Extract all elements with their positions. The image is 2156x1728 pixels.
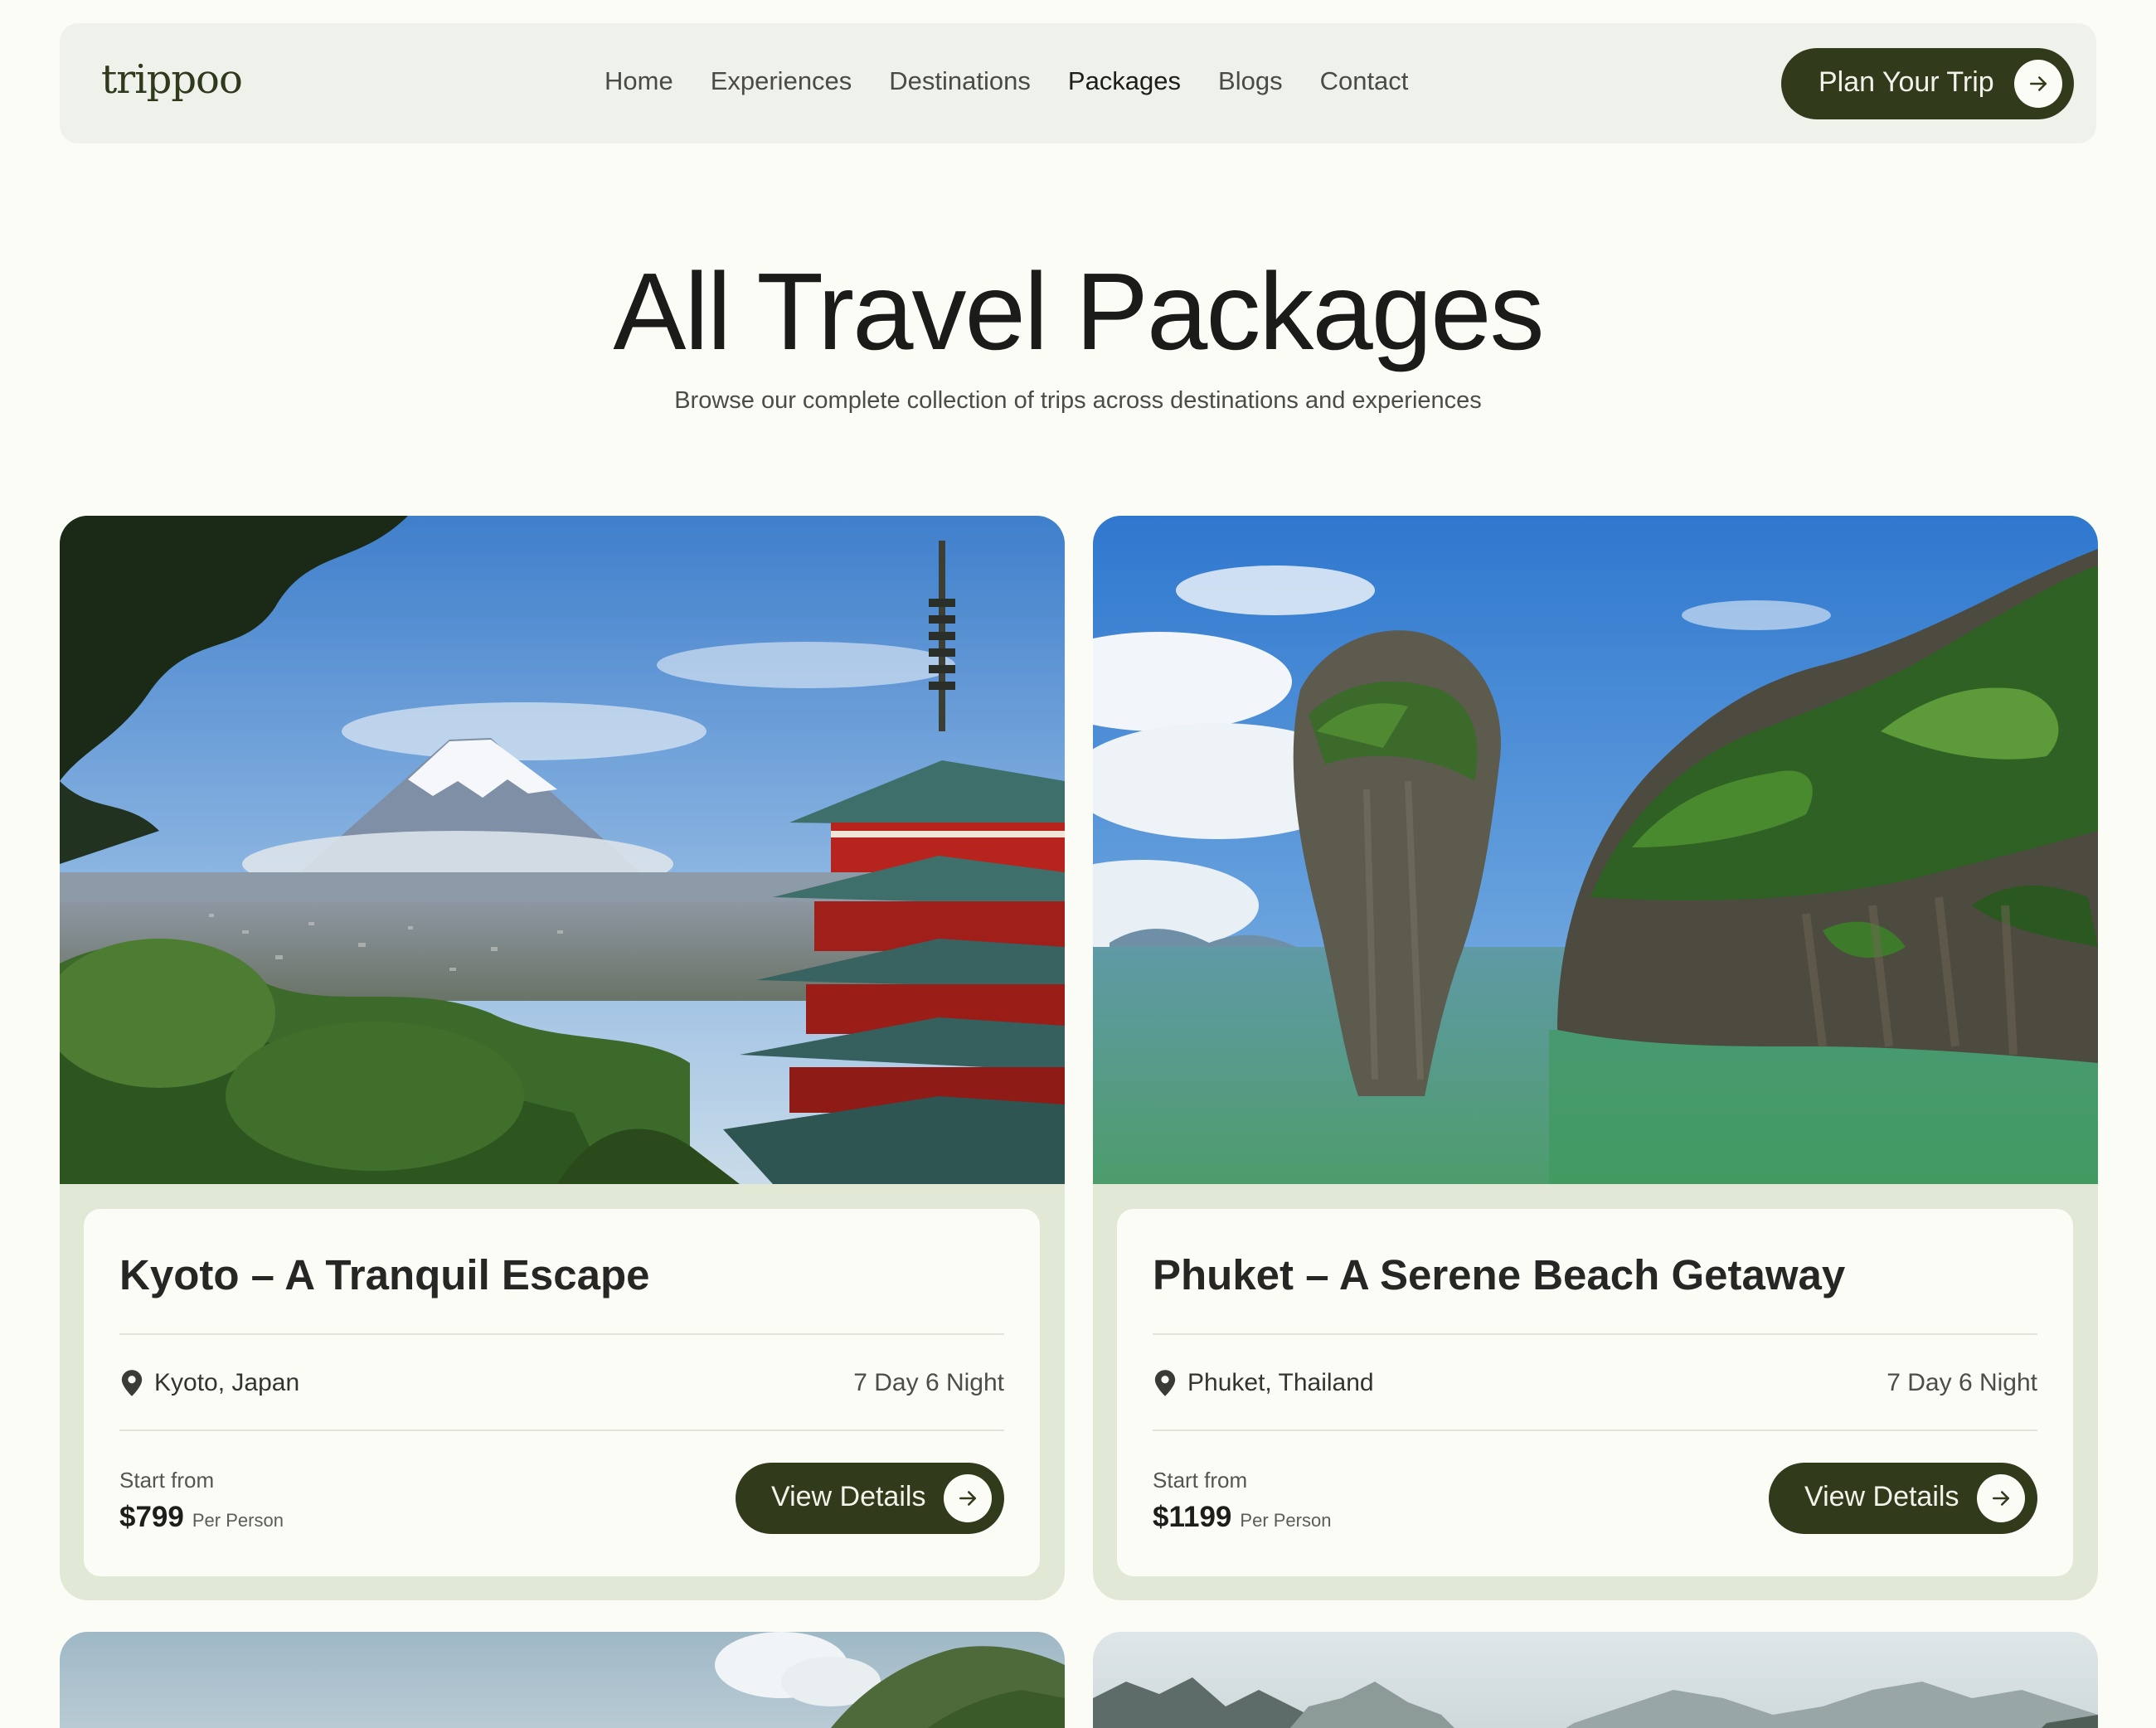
arrow-right-icon — [1977, 1474, 2025, 1522]
package-title[interactable]: Phuket – A Serene Beach Getaway — [1153, 1250, 1845, 1299]
package-card-body: Phuket – A Serene Beach Getaway Phuket, … — [1117, 1209, 2073, 1576]
package-title[interactable]: Kyoto – A Tranquil Escape — [119, 1250, 650, 1299]
nav-link-packages[interactable]: Packages — [1068, 66, 1181, 96]
nav-link-destinations[interactable]: Destinations — [889, 66, 1031, 96]
price-row: $799 Per Person — [119, 1501, 284, 1534]
location-text: Kyoto, Japan — [154, 1369, 300, 1396]
price-unit: Per Person — [192, 1510, 284, 1531]
main-nav: Home Experiences Destinations Packages B… — [605, 66, 1445, 96]
divider — [119, 1333, 1004, 1335]
nav-link-experiences[interactable]: Experiences — [711, 66, 852, 96]
price-row: $1199 Per Person — [1153, 1501, 1331, 1534]
package-image-kyoto — [60, 516, 1065, 1184]
view-details-button[interactable]: View Details — [1769, 1463, 2037, 1534]
arrow-right-icon — [944, 1474, 992, 1522]
view-details-label: View Details — [1804, 1481, 1959, 1512]
plan-your-trip-button[interactable]: Plan Your Trip — [1781, 48, 2074, 119]
package-location: Kyoto, Japan — [119, 1369, 299, 1397]
brand-logo[interactable]: trippoo — [101, 56, 243, 103]
package-image-phuket — [1093, 516, 2098, 1184]
map-pin-icon — [1154, 1370, 1176, 1396]
plan-your-trip-label: Plan Your Trip — [1819, 66, 1994, 98]
start-from-label: Start from — [1153, 1468, 1248, 1493]
package-duration: 7 Day 6 Night — [1886, 1369, 2037, 1396]
package-card-image-partial[interactable] — [1093, 1632, 2098, 1728]
view-details-label: View Details — [771, 1481, 926, 1512]
navbar: trippoo Home Experiences Destinations Pa… — [60, 23, 2096, 143]
divider — [119, 1429, 1004, 1431]
view-details-button[interactable]: View Details — [736, 1463, 1004, 1534]
package-duration: 7 Day 6 Night — [853, 1369, 1004, 1396]
nav-link-contact[interactable]: Contact — [1320, 66, 1409, 96]
package-price: $1199 — [1153, 1501, 1232, 1533]
arrow-right-icon — [2014, 60, 2062, 108]
package-card-body: Kyoto – A Tranquil Escape Kyoto, Japan 7… — [84, 1209, 1040, 1576]
package-card-phuket[interactable]: Phuket – A Serene Beach Getaway Phuket, … — [1093, 516, 2098, 1600]
divider — [1153, 1429, 2037, 1431]
nav-link-home[interactable]: Home — [605, 66, 673, 96]
package-location: Phuket, Thailand — [1153, 1369, 1374, 1397]
price-unit: Per Person — [1240, 1510, 1332, 1531]
page-title: All Travel Packages — [613, 250, 1544, 372]
divider — [1153, 1333, 2037, 1335]
location-text: Phuket, Thailand — [1187, 1369, 1374, 1396]
package-card-kyoto[interactable]: Kyoto – A Tranquil Escape Kyoto, Japan 7… — [60, 516, 1065, 1600]
page-subtitle: Browse our complete collection of trips … — [674, 387, 1482, 414]
nav-link-blogs[interactable]: Blogs — [1218, 66, 1283, 96]
package-card-image-partial[interactable] — [60, 1632, 1065, 1728]
package-price: $799 — [119, 1501, 184, 1533]
start-from-label: Start from — [119, 1468, 215, 1493]
map-pin-icon — [121, 1370, 143, 1396]
